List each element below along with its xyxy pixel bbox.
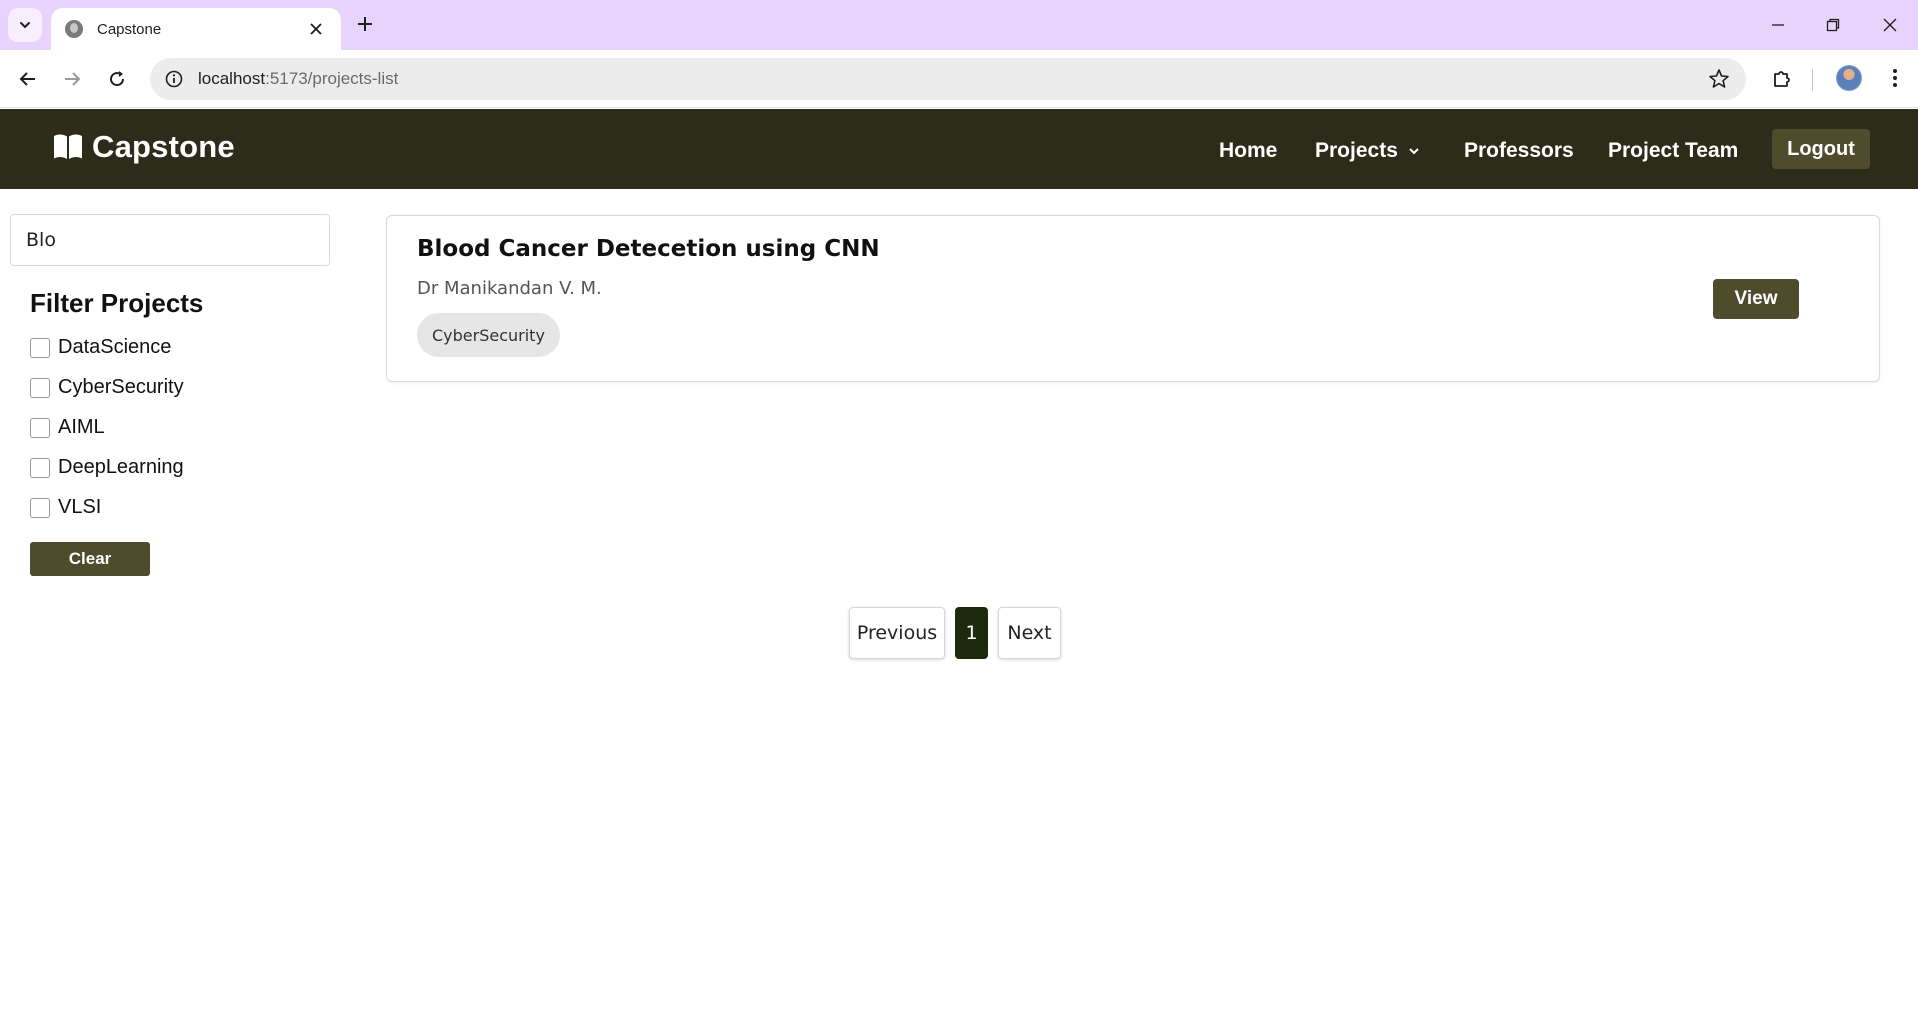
filter-item-aiml[interactable]: AIML — [30, 416, 105, 439]
toolbar-divider — [1812, 69, 1813, 91]
filter-label: CyberSecurity — [58, 376, 184, 398]
filter-checkbox[interactable] — [30, 457, 50, 478]
arrow-left-icon — [19, 72, 35, 86]
filter-checkbox[interactable] — [30, 417, 50, 438]
arrow-right-icon — [65, 72, 81, 86]
project-card: Blood Cancer Detecetion using CNN Dr Man… — [386, 215, 1880, 382]
filter-checkbox[interactable] — [30, 377, 50, 398]
close-window-button[interactable] — [1875, 10, 1905, 40]
nav-home-link[interactable]: Home — [1219, 139, 1277, 163]
brand-name: Capstone — [92, 129, 235, 164]
new-tab-button[interactable] — [352, 11, 378, 37]
logout-button[interactable]: Logout — [1772, 129, 1870, 169]
browser-menu-button[interactable] — [1880, 63, 1910, 93]
back-button[interactable] — [12, 63, 44, 95]
filter-item-datascience[interactable]: DataScience — [30, 336, 171, 359]
url-text: localhost:5173/projects-list — [198, 69, 398, 89]
extensions-button[interactable] — [1767, 63, 1797, 93]
tab-close-button[interactable] — [305, 18, 327, 40]
chevron-down-icon — [20, 22, 30, 29]
browser-tab-strip: Capstone — [0, 0, 1918, 50]
address-bar[interactable]: localhost:5173/projects-list — [150, 58, 1746, 100]
bookmark-star-icon[interactable] — [1708, 68, 1730, 90]
globe-icon — [65, 20, 83, 38]
filter-label: DeepLearning — [58, 456, 184, 478]
filter-checkbox[interactable] — [30, 497, 50, 518]
reload-icon — [110, 71, 125, 87]
browser-toolbar: localhost:5173/projects-list — [0, 50, 1918, 108]
chevron-down-icon — [1409, 148, 1419, 155]
filter-item-deeplearning[interactable]: DeepLearning — [30, 456, 184, 479]
search-input[interactable] — [10, 214, 330, 266]
filter-checkbox[interactable] — [30, 337, 50, 358]
kebab-menu-icon — [1893, 69, 1897, 87]
url-path: :5173/projects-list — [265, 69, 399, 88]
tab-title: Capstone — [97, 20, 162, 38]
project-professor: Dr Manikandan V. M. — [417, 278, 602, 299]
restore-button[interactable] — [1818, 10, 1848, 40]
plus-icon — [358, 17, 372, 31]
close-icon — [1883, 18, 1897, 32]
tab-search-button[interactable] — [8, 8, 42, 42]
clear-filters-button[interactable]: Clear — [30, 542, 150, 576]
nav-professors-link[interactable]: Professors — [1464, 139, 1574, 163]
brand-logo[interactable]: Capstone — [52, 129, 235, 165]
filter-item-vlsi[interactable]: VLSI — [30, 496, 101, 519]
project-tag: CyberSecurity — [417, 313, 560, 357]
profile-avatar[interactable] — [1836, 65, 1862, 91]
view-project-button[interactable]: View — [1713, 279, 1799, 319]
restore-icon — [1826, 18, 1840, 32]
nav-projects-label: Projects — [1315, 139, 1398, 162]
book-icon — [54, 134, 82, 159]
close-icon — [310, 23, 322, 35]
site-info-icon[interactable] — [164, 69, 184, 89]
filter-title: Filter Projects — [30, 288, 204, 318]
minimize-button[interactable] — [1763, 10, 1793, 40]
puzzle-icon — [1774, 71, 1790, 87]
nav-project-team-link[interactable]: Project Team — [1608, 139, 1738, 163]
project-title: Blood Cancer Detecetion using CNN — [417, 236, 880, 262]
filter-label: DataScience — [58, 336, 172, 358]
nav-projects-dropdown[interactable]: Projects — [1315, 139, 1420, 163]
filter-label: VLSI — [58, 496, 102, 518]
reload-button[interactable] — [101, 63, 133, 95]
app-navbar: Capstone Home Projects Professors Projec… — [0, 109, 1918, 189]
pagination-next-button[interactable]: Next — [998, 607, 1061, 659]
pagination-page-current[interactable]: 1 — [955, 607, 988, 659]
filter-label: AIML — [58, 416, 105, 438]
forward-button[interactable] — [56, 63, 88, 95]
url-host: localhost — [198, 69, 266, 88]
browser-tab[interactable]: Capstone — [51, 8, 341, 50]
filter-item-cybersecurity[interactable]: CyberSecurity — [30, 376, 184, 399]
pagination-previous-button[interactable]: Previous — [849, 607, 945, 659]
minimize-icon — [1772, 24, 1784, 26]
